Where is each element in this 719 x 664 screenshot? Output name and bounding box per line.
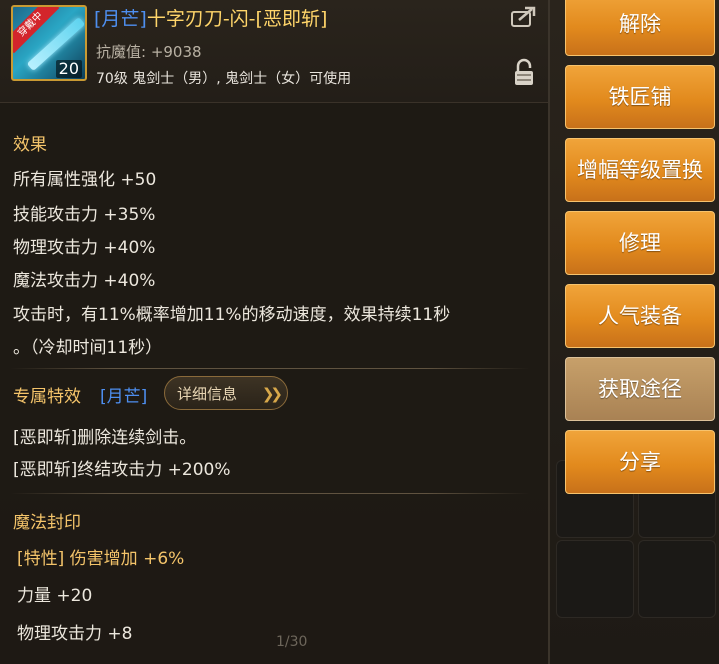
seal-line: [特性] 伤害增加 +6%	[17, 549, 185, 569]
obtain-route-button[interactable]: 获取途径	[565, 357, 715, 421]
item-tooltip: 穿戴中 20 [月芒]十字刃刀-闪-[恶即斩] 抗魔值: +9038 70级 鬼…	[0, 0, 550, 664]
item-name-tag: [月芒]	[94, 8, 147, 30]
share-icon[interactable]	[510, 6, 536, 28]
game-screen: 穿戴中 20 [月芒]十字刃刀-闪-[恶即斩] 抗魔值: +9038 70级 鬼…	[0, 0, 719, 664]
effect-line: 物理攻击力 +40%	[13, 238, 156, 258]
effects-title: 效果	[13, 135, 47, 155]
detail-info-button[interactable]: 详细信息 ❯❯	[164, 376, 288, 410]
popular-gear-button[interactable]: 人气装备	[565, 284, 715, 348]
section-divider	[10, 493, 530, 494]
lock-icon[interactable]	[511, 58, 537, 88]
item-header: 穿戴中 20 [月芒]十字刃刀-闪-[恶即斩] 抗魔值: +9038 70级 鬼…	[0, 0, 548, 103]
item-name: [月芒]十字刃刀-闪-[恶即斩]	[94, 4, 327, 31]
item-level: 20	[55, 60, 82, 78]
exclusive-tag: [月芒]	[100, 387, 148, 407]
resist-value: 抗魔值: +9038	[96, 43, 202, 61]
item-icon: 穿戴中 20	[11, 5, 87, 81]
item-name-text: 十字刃刀-闪-[恶即斩]	[146, 8, 328, 30]
detail-info-label: 详细信息	[177, 385, 238, 403]
usable-classes: 70级 鬼剑士（男）, 鬼剑士（女）可使用	[96, 71, 352, 87]
effect-line: 所有属性强化 +50	[13, 170, 157, 190]
seal-line: 力量 +20	[17, 586, 93, 606]
repair-button[interactable]: 修理	[565, 211, 715, 275]
exclusive-line: [恶即斩]删除连续剑击。	[13, 428, 197, 448]
effect-line: 。（冷却时间11秒）	[13, 338, 163, 358]
seal-line: 物理攻击力 +8	[17, 624, 133, 644]
blacksmith-button[interactable]: 铁匠铺	[565, 65, 715, 129]
inventory-slot[interactable]	[556, 540, 634, 618]
effect-line: 魔法攻击力 +40%	[13, 271, 156, 291]
page-indicator: 1/30	[276, 634, 308, 650]
chevron-right-icon: ❯❯	[261, 385, 283, 403]
section-divider	[10, 368, 530, 369]
inventory-slot[interactable]	[638, 540, 716, 618]
seal-title: 魔法封印	[13, 513, 81, 533]
amplify-swap-button[interactable]: 增幅等级置换	[565, 138, 715, 202]
exclusive-title: 专属特效	[13, 387, 81, 407]
exclusive-line: [恶即斩]终结攻击力 +200%	[13, 460, 231, 480]
effect-line: 技能攻击力 +35%	[13, 205, 156, 225]
unequip-button[interactable]: 解除	[565, 0, 715, 56]
effect-line: 攻击时，有11%概率增加11%的移动速度，效果持续11秒	[13, 305, 451, 325]
share-button[interactable]: 分享	[565, 430, 715, 494]
